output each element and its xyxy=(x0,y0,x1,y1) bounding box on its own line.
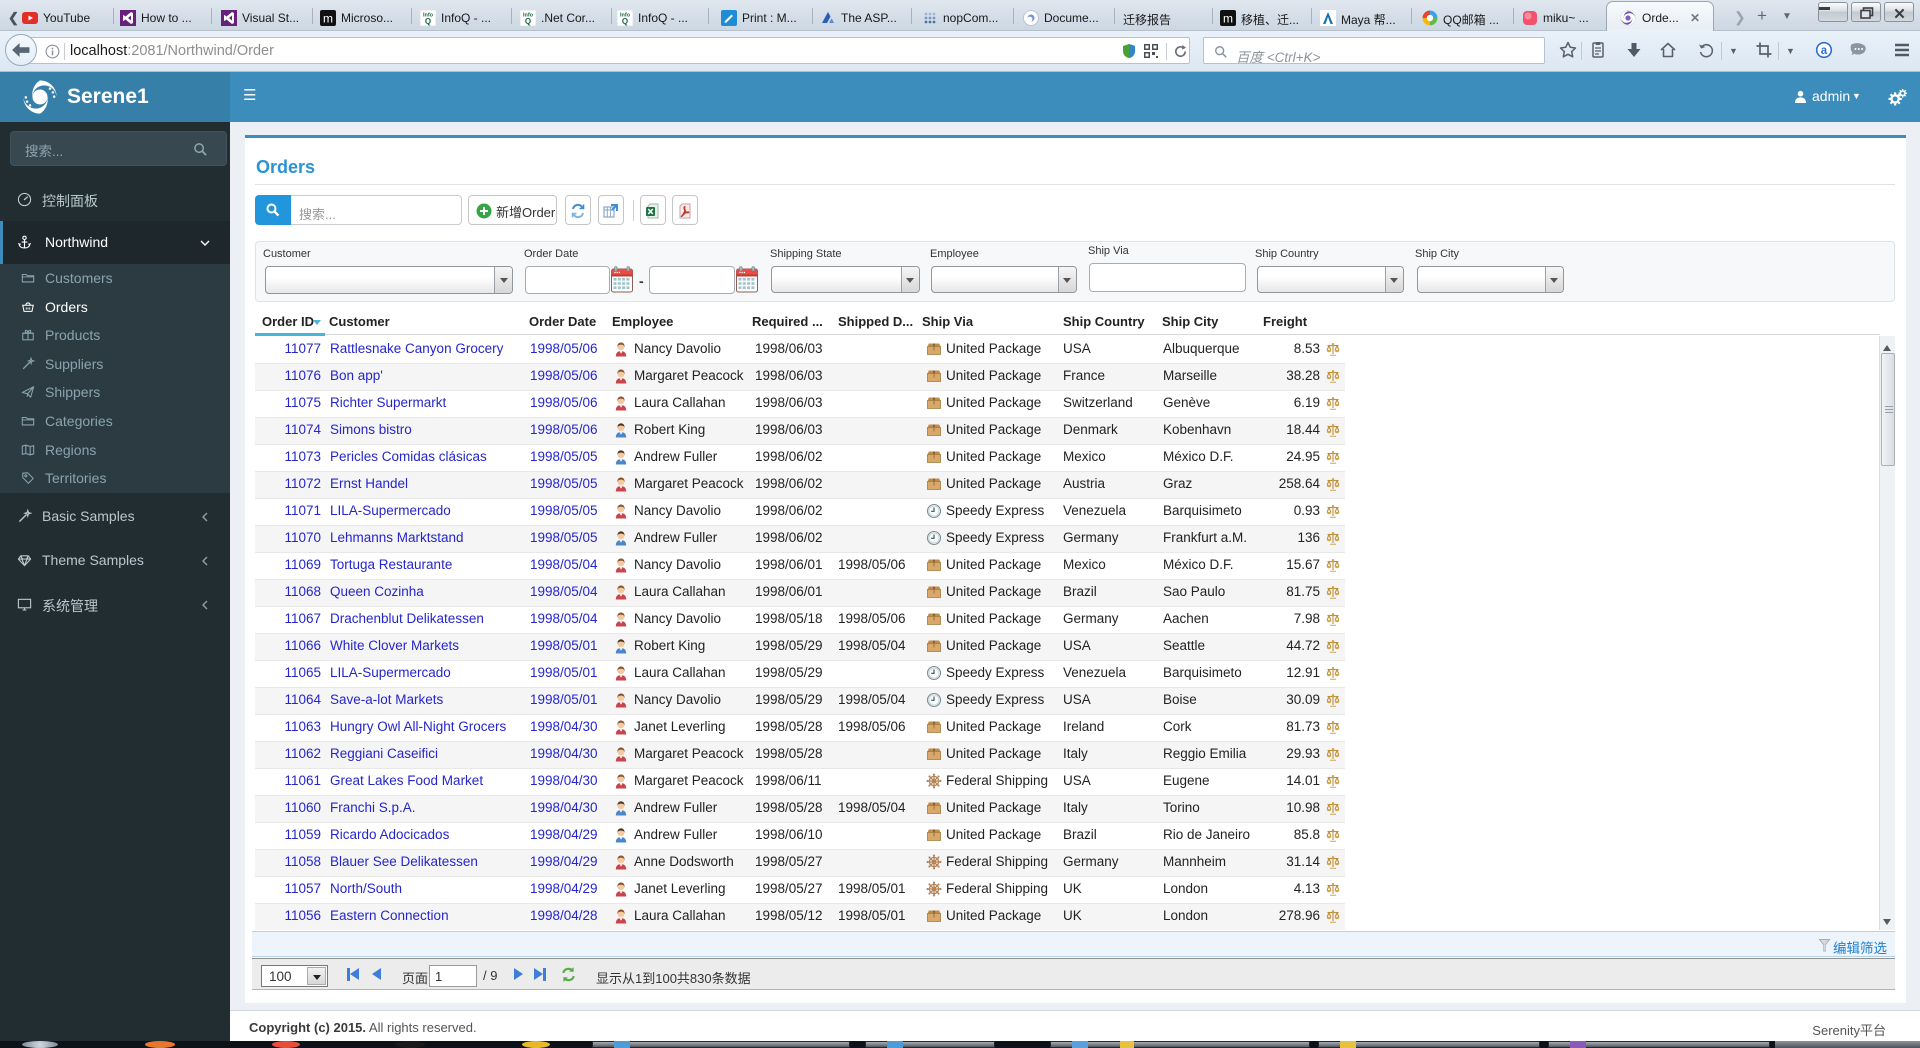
svg-text:Q: Q xyxy=(525,17,531,26)
svg-text:a: a xyxy=(1821,45,1828,57)
svg-text:Q: Q xyxy=(622,17,628,26)
svg-text:m: m xyxy=(1223,12,1233,26)
svg-text:Q: Q xyxy=(425,17,431,26)
svg-text:m: m xyxy=(323,12,333,26)
